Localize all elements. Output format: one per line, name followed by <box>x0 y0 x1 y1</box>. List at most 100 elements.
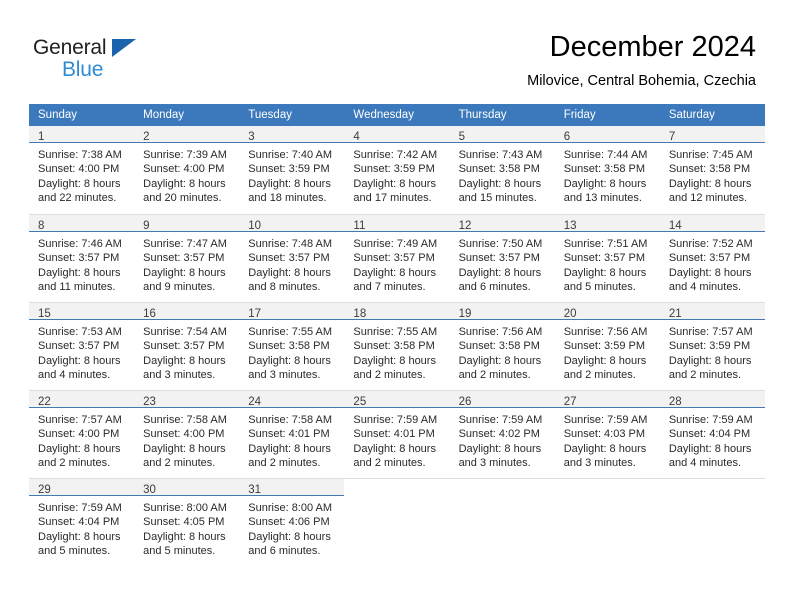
calendar-cell[interactable]: 20 Sunrise: 7:56 AM Sunset: 3:59 PM Dayl… <box>554 302 660 390</box>
daylight-line1: Daylight: 8 hours <box>38 266 121 279</box>
day-number: 7 <box>668 131 676 143</box>
calendar-cell[interactable]: 30 Sunrise: 8:00 AM Sunset: 4:05 PM Dayl… <box>134 478 240 566</box>
calendar-cell[interactable]: 19 Sunrise: 7:56 AM Sunset: 3:58 PM Dayl… <box>449 302 555 390</box>
daylight-line2: and 18 minutes. <box>248 191 327 204</box>
calendar-cell[interactable]: 3 Sunrise: 7:40 AM Sunset: 3:59 PM Dayli… <box>239 126 345 214</box>
day-info: Sunrise: 7:56 AM Sunset: 3:59 PM Dayligh… <box>555 320 660 382</box>
day-cell-18[interactable]: 18 Sunrise: 7:55 AM Sunset: 3:58 PM Dayl… <box>344 302 450 390</box>
calendar-cell[interactable]: 21 Sunrise: 7:57 AM Sunset: 3:59 PM Dayl… <box>659 302 765 390</box>
day-number-band: 18 <box>344 303 450 320</box>
calendar-cell[interactable]: 22 Sunrise: 7:57 AM Sunset: 4:00 PM Dayl… <box>29 390 135 478</box>
day-cell-28[interactable]: 28 Sunrise: 7:59 AM Sunset: 4:04 PM Dayl… <box>659 390 765 478</box>
daylight-line1: Daylight: 8 hours <box>353 177 436 190</box>
day-number-band: 30 <box>134 479 240 496</box>
day-number: 18 <box>353 308 367 320</box>
day-number: 9 <box>143 220 150 232</box>
day-cell-15[interactable]: 15 Sunrise: 7:53 AM Sunset: 3:57 PM Dayl… <box>29 302 135 390</box>
day-cell-16[interactable]: 16 Sunrise: 7:54 AM Sunset: 3:57 PM Dayl… <box>134 302 240 390</box>
daylight-line2: and 11 minutes. <box>38 280 116 293</box>
calendar-cell[interactable]: 26 Sunrise: 7:59 AM Sunset: 4:02 PM Dayl… <box>449 390 555 478</box>
daylight-line1: Daylight: 8 hours <box>563 354 647 367</box>
sunrise-text: Sunrise: 7:55 AM <box>248 326 333 338</box>
weekday-header-wednesday: Wednesday <box>344 104 450 126</box>
day-cell-1[interactable]: 1 Sunrise: 7:38 AM Sunset: 4:00 PM Dayli… <box>29 126 135 214</box>
day-number-band: 7 <box>659 126 765 143</box>
calendar-cell[interactable]: 12 Sunrise: 7:50 AM Sunset: 3:57 PM Dayl… <box>449 214 555 302</box>
calendar-cell[interactable]: 2 Sunrise: 7:39 AM Sunset: 4:00 PM Dayli… <box>134 126 240 214</box>
day-cell-29[interactable]: 29 Sunrise: 7:59 AM Sunset: 4:04 PM Dayl… <box>29 478 135 566</box>
day-number-band: 10 <box>239 215 345 232</box>
day-cell-31[interactable]: 31 Sunrise: 8:00 AM Sunset: 4:06 PM Dayl… <box>239 478 345 566</box>
calendar-cell[interactable]: 14 Sunrise: 7:52 AM Sunset: 3:57 PM Dayl… <box>659 214 765 302</box>
calendar-cell[interactable]: 4 Sunrise: 7:42 AM Sunset: 3:59 PM Dayli… <box>344 126 450 214</box>
day-cell-10[interactable]: 10 Sunrise: 7:48 AM Sunset: 3:57 PM Dayl… <box>239 214 345 302</box>
day-cell-13[interactable]: 13 Sunrise: 7:51 AM Sunset: 3:57 PM Dayl… <box>554 214 660 302</box>
day-number: 21 <box>668 308 682 320</box>
day-cell-23[interactable]: 23 Sunrise: 7:58 AM Sunset: 4:00 PM Dayl… <box>134 390 240 478</box>
day-cell-30[interactable]: 30 Sunrise: 8:00 AM Sunset: 4:05 PM Dayl… <box>134 478 240 566</box>
calendar-cell[interactable]: 27 Sunrise: 7:59 AM Sunset: 4:03 PM Dayl… <box>554 390 660 478</box>
day-cell-7[interactable]: 7 Sunrise: 7:45 AM Sunset: 3:58 PM Dayli… <box>659 126 765 214</box>
calendar-cell[interactable]: 1 Sunrise: 7:38 AM Sunset: 4:00 PM Dayli… <box>29 126 135 214</box>
daylight-line1: Daylight: 8 hours <box>668 266 752 279</box>
day-cell-17[interactable]: 17 Sunrise: 7:55 AM Sunset: 3:58 PM Dayl… <box>239 302 345 390</box>
daylight-line2: and 3 minutes. <box>458 456 531 469</box>
day-cell-9[interactable]: 9 Sunrise: 7:47 AM Sunset: 3:57 PM Dayli… <box>134 214 240 302</box>
calendar-cell[interactable]: 17 Sunrise: 7:55 AM Sunset: 3:58 PM Dayl… <box>239 302 345 390</box>
day-cell-12[interactable]: 12 Sunrise: 7:50 AM Sunset: 3:57 PM Dayl… <box>449 214 555 302</box>
calendar-cell[interactable]: 24 Sunrise: 7:58 AM Sunset: 4:01 PM Dayl… <box>239 390 345 478</box>
calendar-cell[interactable]: 5 Sunrise: 7:43 AM Sunset: 3:58 PM Dayli… <box>449 126 555 214</box>
sunset-text: Sunset: 3:57 PM <box>668 252 751 265</box>
daylight-line2: and 3 minutes. <box>248 368 321 381</box>
day-cell-22[interactable]: 22 Sunrise: 7:57 AM Sunset: 4:00 PM Dayl… <box>29 390 135 478</box>
day-cell-19[interactable]: 19 Sunrise: 7:56 AM Sunset: 3:58 PM Dayl… <box>449 302 555 390</box>
daylight-line2: and 20 minutes. <box>143 191 222 204</box>
calendar-cell[interactable]: 18 Sunrise: 7:55 AM Sunset: 3:58 PM Dayl… <box>344 302 450 390</box>
calendar-cell[interactable]: 16 Sunrise: 7:54 AM Sunset: 3:57 PM Dayl… <box>134 302 240 390</box>
day-cell-4[interactable]: 4 Sunrise: 7:42 AM Sunset: 3:59 PM Dayli… <box>344 126 450 214</box>
sunrise-text: Sunrise: 7:52 AM <box>668 238 753 250</box>
calendar-cell[interactable]: 28 Sunrise: 7:59 AM Sunset: 4:04 PM Dayl… <box>659 390 765 478</box>
day-cell-24[interactable]: 24 Sunrise: 7:58 AM Sunset: 4:01 PM Dayl… <box>239 390 345 478</box>
day-cell-14[interactable]: 14 Sunrise: 7:52 AM Sunset: 3:57 PM Dayl… <box>659 214 765 302</box>
calendar-cell[interactable]: 10 Sunrise: 7:48 AM Sunset: 3:57 PM Dayl… <box>239 214 345 302</box>
sunset-text: Sunset: 3:58 PM <box>248 340 330 353</box>
day-cell-20[interactable]: 20 Sunrise: 7:56 AM Sunset: 3:59 PM Dayl… <box>554 302 660 390</box>
calendar-cell[interactable]: 13 Sunrise: 7:51 AM Sunset: 3:57 PM Dayl… <box>554 214 660 302</box>
day-info: Sunrise: 7:55 AM Sunset: 3:58 PM Dayligh… <box>344 320 449 382</box>
day-cell-6[interactable]: 6 Sunrise: 7:44 AM Sunset: 3:58 PM Dayli… <box>554 126 660 214</box>
weekday-header-friday: Friday <box>554 104 660 126</box>
calendar-cell[interactable]: 6 Sunrise: 7:44 AM Sunset: 3:58 PM Dayli… <box>554 126 660 214</box>
calendar-cell[interactable]: 8 Sunrise: 7:46 AM Sunset: 3:57 PM Dayli… <box>29 214 135 302</box>
day-number-band: 26 <box>449 391 555 408</box>
day-cell-21[interactable]: 21 Sunrise: 7:57 AM Sunset: 3:59 PM Dayl… <box>659 302 765 390</box>
sunrise-text: Sunrise: 8:00 AM <box>248 502 333 514</box>
day-cell-25[interactable]: 25 Sunrise: 7:59 AM Sunset: 4:01 PM Dayl… <box>344 390 450 478</box>
calendar-cell[interactable]: 25 Sunrise: 7:59 AM Sunset: 4:01 PM Dayl… <box>344 390 450 478</box>
day-info: Sunrise: 7:55 AM Sunset: 3:58 PM Dayligh… <box>239 320 344 382</box>
calendar-cell[interactable]: 7 Sunrise: 7:45 AM Sunset: 3:58 PM Dayli… <box>659 126 765 214</box>
day-number: 19 <box>458 308 472 320</box>
calendar-cell[interactable]: 29 Sunrise: 7:59 AM Sunset: 4:04 PM Dayl… <box>29 478 135 566</box>
day-cell-2[interactable]: 2 Sunrise: 7:39 AM Sunset: 4:00 PM Dayli… <box>134 126 240 214</box>
calendar-cell[interactable]: 9 Sunrise: 7:47 AM Sunset: 3:57 PM Dayli… <box>134 214 240 302</box>
day-number: 23 <box>143 396 156 408</box>
day-cell-8[interactable]: 8 Sunrise: 7:46 AM Sunset: 3:57 PM Dayli… <box>29 214 135 302</box>
calendar-cell[interactable]: 23 Sunrise: 7:58 AM Sunset: 4:00 PM Dayl… <box>134 390 240 478</box>
day-cell-3[interactable]: 3 Sunrise: 7:40 AM Sunset: 3:59 PM Dayli… <box>239 126 345 214</box>
day-cell-26[interactable]: 26 Sunrise: 7:59 AM Sunset: 4:02 PM Dayl… <box>449 390 555 478</box>
daylight-line1: Daylight: 8 hours <box>458 354 542 367</box>
sunset-text: Sunset: 3:57 PM <box>38 252 120 265</box>
day-cell-11[interactable]: 11 Sunrise: 7:49 AM Sunset: 3:57 PM Dayl… <box>344 214 450 302</box>
day-info: Sunrise: 8:00 AM Sunset: 4:06 PM Dayligh… <box>239 496 344 558</box>
day-number-band: 25 <box>344 391 450 408</box>
calendar-cell[interactable]: 11 Sunrise: 7:49 AM Sunset: 3:57 PM Dayl… <box>344 214 450 302</box>
day-cell-5[interactable]: 5 Sunrise: 7:43 AM Sunset: 3:58 PM Dayli… <box>449 126 555 214</box>
day-cell-27[interactable]: 27 Sunrise: 7:59 AM Sunset: 4:03 PM Dayl… <box>554 390 660 478</box>
calendar-cell[interactable]: 31 Sunrise: 8:00 AM Sunset: 4:06 PM Dayl… <box>239 478 345 566</box>
calendar-cell[interactable]: 15 Sunrise: 7:53 AM Sunset: 3:57 PM Dayl… <box>29 302 135 390</box>
daylight-line1: Daylight: 8 hours <box>143 266 226 279</box>
sunset-text: Sunset: 3:57 PM <box>248 252 330 265</box>
calendar-cell <box>554 478 660 566</box>
day-info: Sunrise: 7:53 AM Sunset: 3:57 PM Dayligh… <box>29 320 134 382</box>
